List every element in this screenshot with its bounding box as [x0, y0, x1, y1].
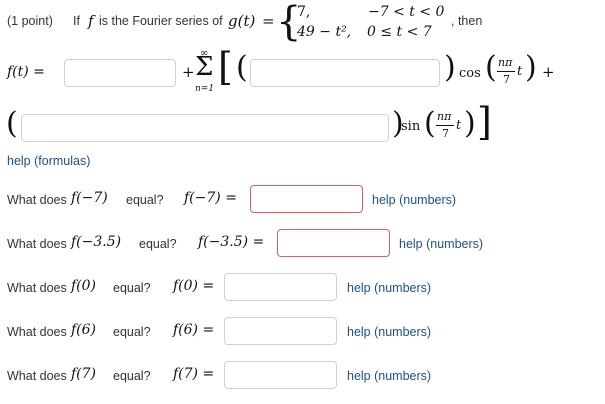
- trailing-plus: +: [542, 63, 555, 81]
- help-numbers-link[interactable]: help (numbers): [347, 369, 431, 383]
- help-numbers-link[interactable]: help (numbers): [399, 237, 483, 251]
- sin-arg-close-paren: ): [464, 106, 476, 141]
- question-prompt: What does: [7, 193, 67, 207]
- question-prompt: What does: [7, 325, 67, 339]
- piece2-value: 49 − t²,: [297, 24, 352, 40]
- help-numbers-link[interactable]: help (numbers): [347, 325, 431, 339]
- cos-arg-close-paren: ): [525, 50, 537, 85]
- a0-input[interactable]: [64, 59, 176, 87]
- answer-input-f-neg3-5[interactable]: [277, 229, 390, 257]
- question-expression: f(−7): [71, 190, 108, 206]
- question-prompt: What does: [7, 237, 67, 251]
- help-numbers-link[interactable]: help (numbers): [347, 281, 431, 295]
- equals-sign: =: [262, 12, 275, 30]
- question-expression: f(6): [71, 322, 97, 338]
- answer-input-f-7[interactable]: [224, 361, 337, 389]
- right-paren-cos: ): [444, 50, 456, 85]
- is-text: is the Fourier series of: [99, 14, 223, 28]
- piece1-condition: −7 < t < 0: [368, 4, 445, 20]
- question-tail: equal?: [139, 237, 177, 251]
- question-expression: f(7): [71, 366, 97, 382]
- series-lhs: f(t) =: [7, 64, 45, 80]
- cos-arg-denominator: 7: [503, 73, 510, 86]
- cos-arg-open-paren: (: [485, 50, 497, 85]
- cos-label: cos: [459, 66, 481, 81]
- f-variable: f: [88, 12, 94, 30]
- plus-sign: +: [182, 63, 195, 81]
- left-paren-sin: (: [6, 106, 18, 141]
- piece1-value: 7,: [297, 4, 311, 20]
- question-tail: equal?: [113, 281, 151, 295]
- piece2-condition: 0 ≤ t < 7: [367, 24, 432, 40]
- sin-label: sin: [401, 119, 421, 134]
- question-lhs: f(6) =: [173, 322, 215, 338]
- question-expression: f(0): [71, 278, 97, 294]
- left-paren-cos: (: [236, 50, 248, 85]
- cos-arg-numerator: nπ: [498, 56, 513, 69]
- sin-arg-open-paren: (: [424, 106, 436, 141]
- question-prompt: What does: [7, 281, 67, 295]
- bn-coefficient-input[interactable]: [21, 114, 389, 142]
- then-text: , then: [451, 14, 483, 28]
- right-bracket: ]: [477, 100, 492, 144]
- question-lhs: f(−3.5) =: [198, 234, 265, 250]
- question-tail: equal?: [113, 369, 151, 383]
- cos-fraction-bar: [497, 71, 515, 72]
- question-tail: equal?: [113, 325, 151, 339]
- summation-icon: Σ: [195, 52, 214, 82]
- cos-arg-t: t: [517, 64, 523, 79]
- points-label: (1 point): [7, 14, 53, 28]
- intro-text: If: [73, 14, 80, 28]
- help-formulas-link[interactable]: help (formulas): [7, 154, 90, 168]
- question-expression: f(−3.5): [71, 234, 122, 250]
- left-bracket: [: [218, 45, 233, 89]
- sin-fraction-bar: [436, 125, 454, 126]
- question-lhs: f(0) =: [173, 278, 215, 294]
- question-lhs: f(7) =: [173, 366, 215, 382]
- question-prompt: What does: [7, 369, 67, 383]
- sin-arg-denominator: 7: [442, 127, 449, 140]
- help-numbers-link[interactable]: help (numbers): [372, 193, 456, 207]
- answer-input-f-0[interactable]: [224, 273, 337, 301]
- sin-arg-numerator: nπ: [437, 110, 452, 123]
- answer-input-f-neg7[interactable]: [250, 185, 363, 213]
- question-tail: equal?: [126, 193, 164, 207]
- g-expression: g(t): [228, 12, 256, 30]
- an-coefficient-input[interactable]: [250, 59, 440, 87]
- answer-input-f-6[interactable]: [224, 317, 337, 345]
- question-lhs: f(−7) =: [184, 190, 237, 206]
- sum-lower-limit: n=1: [195, 84, 215, 94]
- sin-arg-t: t: [456, 118, 462, 133]
